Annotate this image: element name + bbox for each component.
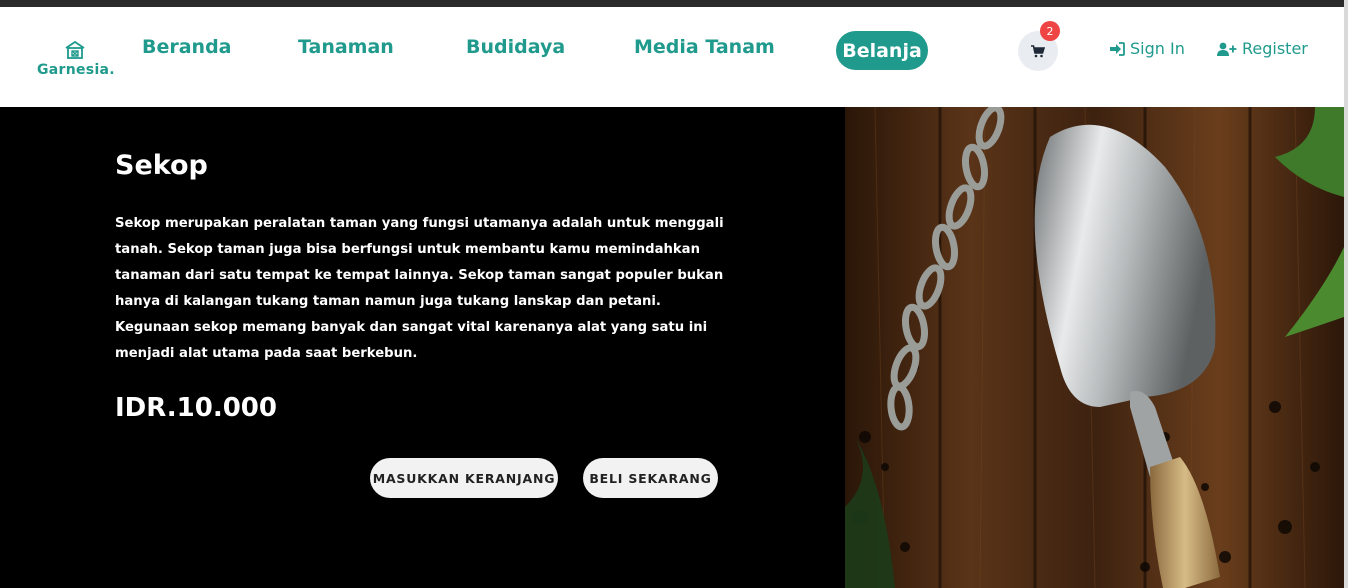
sign-in-link[interactable]: Sign In	[1110, 39, 1185, 58]
product-description: Sekop merupakan peralatan taman yang fun…	[115, 216, 724, 361]
register-link[interactable]: Register	[1217, 39, 1308, 58]
nav-item-beranda[interactable]: Beranda	[142, 36, 232, 58]
sign-in-label: Sign In	[1130, 39, 1185, 58]
sign-in-icon	[1110, 41, 1125, 56]
nav-item-belanja[interactable]: Belanja	[836, 31, 928, 70]
add-to-cart-button[interactable]: MASUKKAN KERANJANG	[370, 458, 558, 498]
register-label: Register	[1242, 39, 1308, 58]
cart-icon	[1031, 44, 1045, 57]
product-image	[845, 107, 1344, 588]
user-plus-icon	[1217, 42, 1237, 56]
nav-item-budidaya[interactable]: Budidaya	[466, 36, 565, 58]
browser-top-strip	[0, 0, 1348, 7]
brand-name: Garnesia.	[37, 62, 115, 78]
product-title: Sekop	[115, 150, 208, 181]
nav-item-tanaman[interactable]: Tanaman	[298, 36, 394, 58]
garden-trowel-photo	[845, 107, 1344, 588]
product-details: Sekop Sekop merupakan peralatan taman ya…	[115, 150, 755, 367]
buy-now-button[interactable]: BELI SEKARANG	[583, 458, 718, 498]
cart-count-badge: 2	[1040, 21, 1060, 41]
brand-logo[interactable]: Garnesia.	[34, 38, 120, 82]
nav-item-media-tanam[interactable]: Media Tanam	[634, 36, 775, 58]
house-icon	[65, 40, 85, 59]
product-price: IDR.10.000	[115, 393, 277, 423]
page-scrollbar[interactable]	[1344, 0, 1348, 588]
